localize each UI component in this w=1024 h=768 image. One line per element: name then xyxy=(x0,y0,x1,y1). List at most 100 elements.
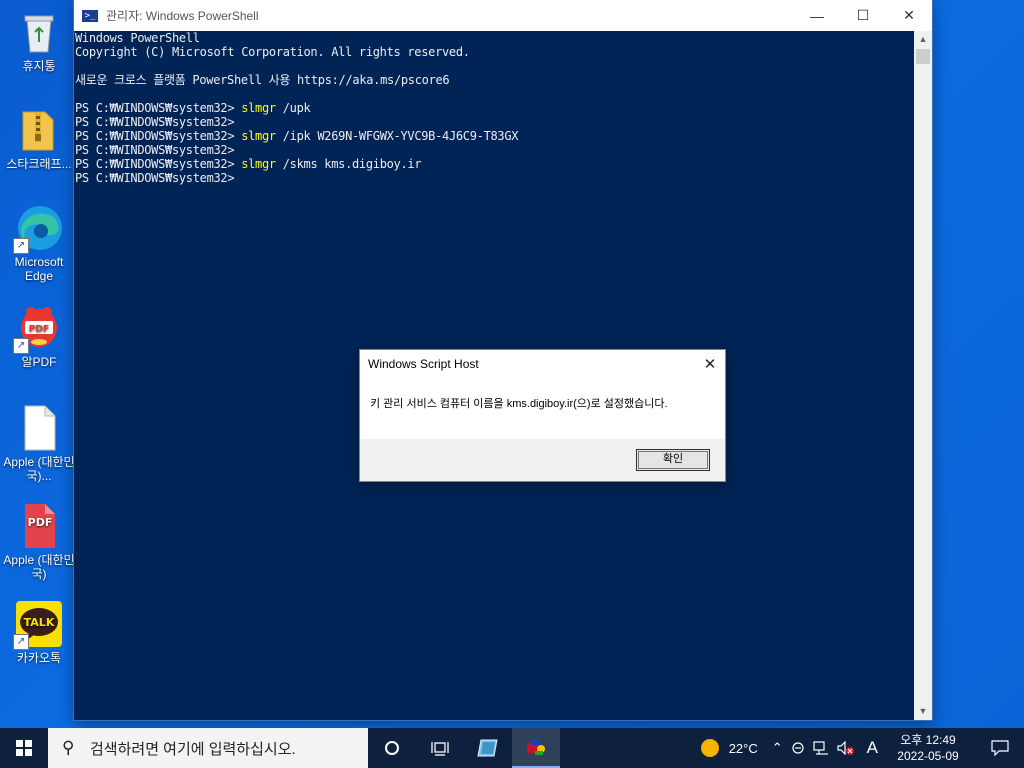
console-prompt: PS C:₩WINDOWS₩system32> xyxy=(75,171,235,185)
powershell-icon: >_ xyxy=(82,9,98,22)
chevron-up-icon: ⌃ xyxy=(771,740,783,755)
console-line: PS C:₩WINDOWS₩system32> slmgr /ipk W269N… xyxy=(75,129,914,143)
dialog-title: Windows Script Host xyxy=(368,357,479,371)
network-icon xyxy=(813,741,828,755)
script-host-dialog[interactable]: Windows Script Host ✕ 키 관리 서비스 컴퓨터 이름을 k… xyxy=(359,349,726,482)
console-line: Windows PowerShell xyxy=(75,31,914,45)
window-titlebar[interactable]: >_ 관리자: Windows PowerShell — ☐ ✕ xyxy=(74,0,932,31)
onedrive-tray-icon[interactable] xyxy=(787,728,809,768)
desktop-icon-kakaotalk[interactable]: TALK ↗ 카카오톡 xyxy=(0,600,78,665)
blank-document-icon xyxy=(15,404,63,452)
task-view-button[interactable] xyxy=(416,728,464,768)
console-line: PS C:₩WINDOWS₩system32> xyxy=(75,171,914,185)
desktop-icon-label: 스타크래프... xyxy=(6,157,72,171)
cortana-button[interactable] xyxy=(368,728,416,768)
console-line: PS C:₩WINDOWS₩system32> xyxy=(75,143,914,157)
dialog-footer: 확인 xyxy=(360,439,725,481)
console-prompt: PS C:₩WINDOWS₩system32> xyxy=(75,157,242,171)
console-command: slmgr xyxy=(241,157,276,171)
task-view-icon xyxy=(431,742,449,756)
window-title: 관리자: Windows PowerShell xyxy=(106,9,259,23)
weather-widget[interactable]: 22°C xyxy=(697,728,762,768)
console-line: 새로운 크로스 플랫폼 PowerShell 사용 https://aka.ms… xyxy=(75,73,914,87)
desktop-icon-label: 카카오톡 xyxy=(16,651,62,665)
sun-icon xyxy=(700,739,719,757)
ok-button[interactable]: 확인 xyxy=(636,449,710,471)
recycle-bin-icon xyxy=(15,8,63,56)
console-prompt: PS C:₩WINDOWS₩system32> xyxy=(75,129,242,143)
volume-tray-icon[interactable] xyxy=(833,728,859,768)
scroll-down-icon[interactable]: ▼ xyxy=(914,703,932,720)
active-app-icon xyxy=(527,739,545,755)
network-tray-icon[interactable] xyxy=(809,728,833,768)
desktop-icon-label: Apple (대한민국)... xyxy=(3,455,75,483)
volume-muted-icon xyxy=(837,741,854,755)
cortana-circle-icon xyxy=(385,741,399,755)
maximize-button[interactable]: ☐ xyxy=(840,0,886,31)
console-line: PS C:₩WINDOWS₩system32> slmgr /skms kms.… xyxy=(75,157,914,171)
console-output: Windows PowerShell Copyright (C) Microsof… xyxy=(74,31,914,185)
system-tray: 22°C ⌃ A 오후 12:49 2022-05-09 xyxy=(697,728,1024,768)
start-button[interactable] xyxy=(0,728,48,768)
console-line: PS C:₩WINDOWS₩system32> xyxy=(75,115,914,129)
desktop-icon-recycle-bin[interactable]: 휴지통 xyxy=(0,8,78,73)
notebook-app-icon xyxy=(477,739,498,757)
console-args: Copyright (C) Microsoft Corporation. All… xyxy=(75,45,470,59)
desktop-icons: 휴지통 스타크래프... ↗ Microsoft Edge PDF ↗ 알PDF… xyxy=(0,0,78,728)
dialog-message: 키 관리 서비스 컴퓨터 이름을 kms.digiboy.ir(으)로 설정했습… xyxy=(370,398,668,410)
scroll-thumb[interactable] xyxy=(916,49,930,64)
vertical-scrollbar[interactable]: ▲ ▼ xyxy=(914,31,932,720)
desktop-icon-starcraft[interactable]: 스타크래프... xyxy=(0,106,78,171)
svg-text:PDF: PDF xyxy=(29,325,49,335)
desktop-icon-label: Apple (대한민국) xyxy=(3,553,75,581)
taskbar-app-notebook[interactable] xyxy=(464,728,512,768)
search-placeholder: 검색하려면 여기에 입력하십시오. xyxy=(90,740,296,758)
svg-text:PDF: PDF xyxy=(28,516,53,529)
dialog-close-button[interactable]: ✕ xyxy=(695,350,725,378)
desktop-icon-alpdf[interactable]: PDF ↗ 알PDF xyxy=(0,304,78,369)
notification-icon xyxy=(991,740,1009,756)
console-args: /ipk W269N-WFGWX-YVC9B-4J6C9-T83GX xyxy=(275,129,519,143)
ime-indicator[interactable]: A xyxy=(859,728,886,768)
console-command: slmgr xyxy=(241,129,276,143)
scroll-up-icon[interactable]: ▲ xyxy=(914,31,932,48)
console-line: PS C:₩WINDOWS₩system32> slmgr /upk xyxy=(75,101,914,115)
desktop-icon-apple-pdf[interactable]: PDF Apple (대한민국) xyxy=(0,502,78,581)
zip-folder-icon xyxy=(15,106,63,154)
taskbar-search-box[interactable]: ⚲ 검색하려면 여기에 입력하십시오. xyxy=(48,728,368,768)
svg-text:TALK: TALK xyxy=(24,616,55,629)
console-args: Windows PowerShell xyxy=(75,31,200,45)
notification-center-button[interactable] xyxy=(976,728,1024,768)
desktop-icon-apple-doc[interactable]: Apple (대한민국)... xyxy=(0,404,78,483)
weather-temp: 22°C xyxy=(728,740,758,756)
pdf-document-icon: PDF xyxy=(15,502,63,550)
alpdf-icon: PDF ↗ xyxy=(13,304,63,354)
input-indicator-icon xyxy=(792,742,804,754)
dialog-titlebar[interactable]: Windows Script Host ✕ xyxy=(360,350,725,378)
desktop-icon-label: 휴지통 xyxy=(22,59,56,73)
show-hidden-icons-button[interactable]: ⌃ xyxy=(768,728,787,768)
desktop-icon-edge[interactable]: ↗ Microsoft Edge xyxy=(0,204,78,283)
search-icon: ⚲ xyxy=(62,738,75,757)
shortcut-arrow-icon: ↗ xyxy=(13,338,29,354)
minimize-button[interactable]: — xyxy=(794,0,840,31)
close-button[interactable]: ✕ xyxy=(886,0,932,31)
console-prompt: PS C:₩WINDOWS₩system32> xyxy=(75,143,235,157)
clock-date: 2022-05-09 xyxy=(897,749,959,763)
shortcut-arrow-icon: ↗ xyxy=(13,238,29,254)
shortcut-arrow-icon: ↗ xyxy=(13,634,29,650)
console-command: slmgr xyxy=(241,101,276,115)
console-line: Copyright (C) Microsoft Corporation. All… xyxy=(75,45,914,59)
taskbar: ⚲ 검색하려면 여기에 입력하십시오. 22°C ⌃ A 오후 12:49 20… xyxy=(0,728,1024,768)
console-prompt: PS C:₩WINDOWS₩system32> xyxy=(75,101,242,115)
desktop-icon-label: Microsoft Edge xyxy=(14,255,64,283)
clock[interactable]: 오후 12:49 2022-05-09 xyxy=(886,728,970,768)
console-args: /skms kms.digiboy.ir xyxy=(275,157,422,171)
taskbar-app-active[interactable] xyxy=(512,728,560,768)
console-args: /upk xyxy=(275,101,311,115)
edge-icon: ↗ xyxy=(13,204,63,254)
console-prompt: PS C:₩WINDOWS₩system32> xyxy=(75,115,235,129)
windows-logo-icon xyxy=(16,740,32,756)
